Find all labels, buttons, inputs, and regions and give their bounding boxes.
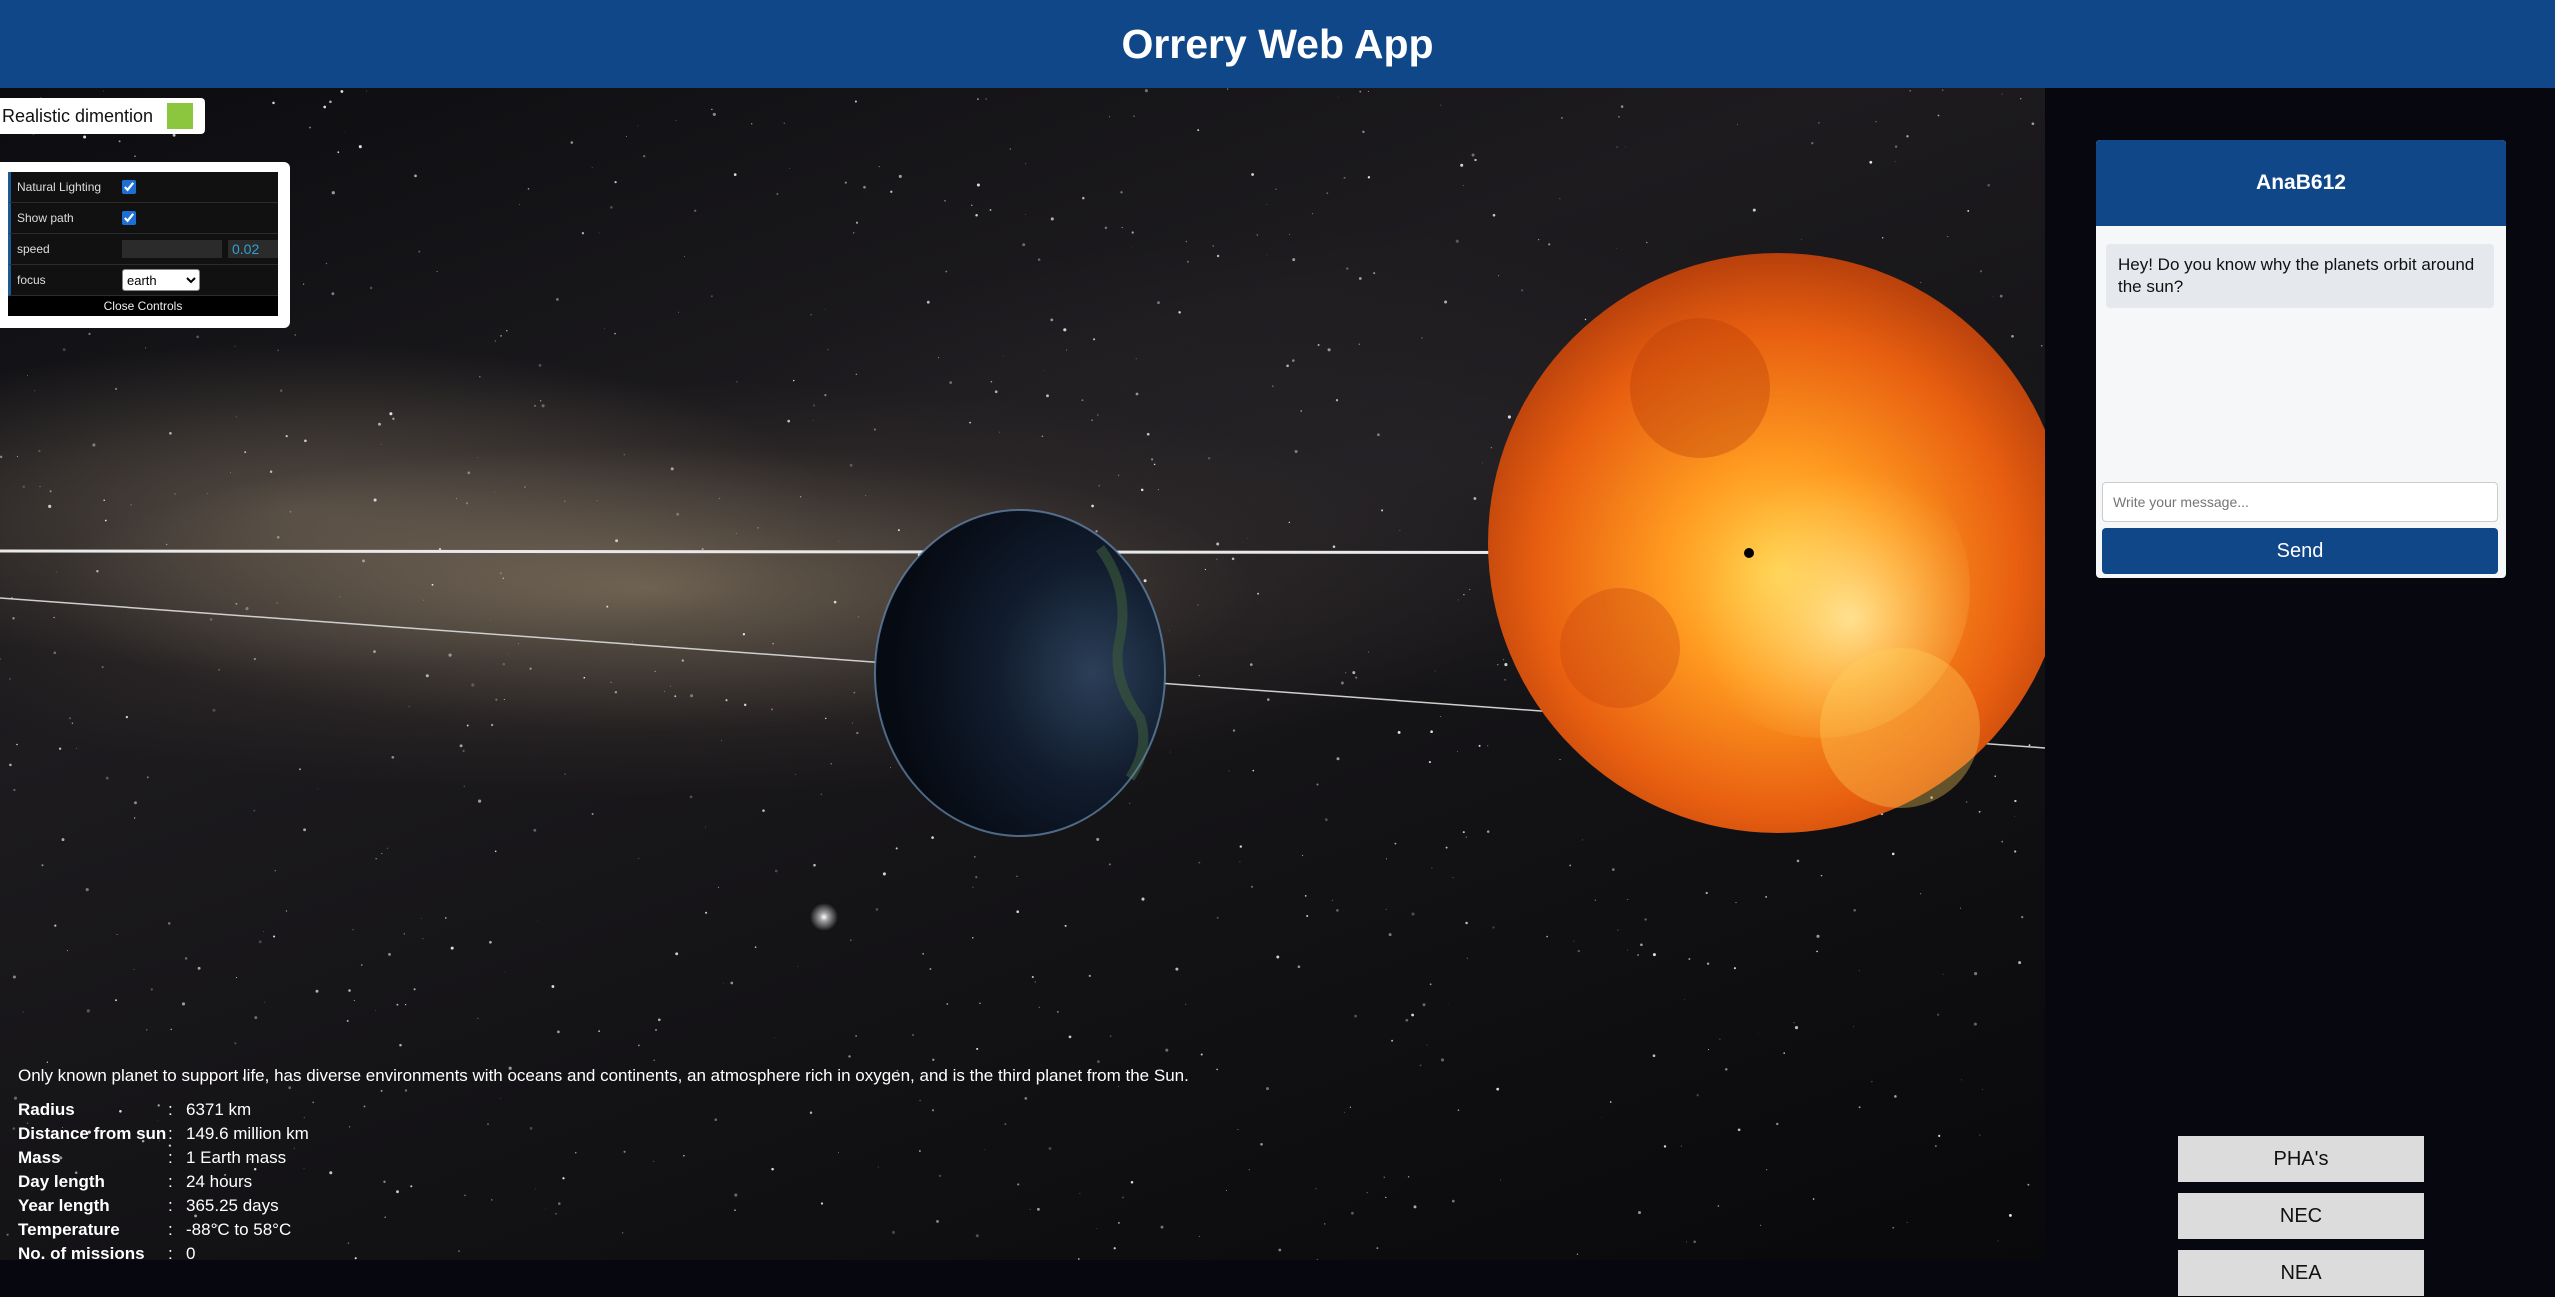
stat-row: Radius : 6371 km (18, 1098, 406, 1122)
stat-value: 0 (186, 1244, 196, 1263)
realistic-dimension-toggle[interactable]: Realistic dimention (0, 98, 206, 134)
app-title: Orrery Web App (1121, 20, 1434, 67)
show-path-checkbox[interactable] (122, 211, 136, 225)
nec-button[interactable]: NEC (2178, 1193, 2424, 1239)
planet-stats: Radius : 6371 km Distance from sun : 149… (18, 1098, 406, 1266)
sun[interactable] (1488, 253, 2045, 833)
speed-value[interactable]: 0.02 (228, 240, 278, 258)
natural-lighting-label: Natural Lighting (17, 180, 102, 194)
stat-row: Temperature : -88°C to 58°C (18, 1218, 406, 1242)
stat-row: No. of missions : 0 (18, 1242, 406, 1266)
speed-row[interactable]: speed 0.02 (8, 234, 278, 265)
show-path-row[interactable]: Show path (8, 203, 278, 234)
stat-row: Distance from sun : 149.6 million km (18, 1122, 406, 1146)
stat-row: Year length : 365.25 days (18, 1194, 406, 1218)
speed-label: speed (17, 242, 50, 256)
gui-controls: Natural Lighting Show path speed 0.02 fo… (8, 172, 278, 316)
natural-lighting-checkbox[interactable] (122, 180, 136, 194)
bright-star (810, 903, 838, 931)
nea-button[interactable]: NEA (2178, 1250, 2424, 1296)
app-header: Orrery Web App (0, 0, 2555, 88)
stat-value: 24 hours (186, 1172, 253, 1191)
show-path-label: Show path (17, 211, 74, 225)
stat-row: Mass : 1 Earth mass (18, 1146, 406, 1170)
stat-key: Day length (18, 1172, 105, 1191)
chat-panel: AnaB612 Hey! Do you know why the planets… (2096, 140, 2506, 578)
stat-value: 149.6 million km (186, 1124, 309, 1143)
natural-lighting-row[interactable]: Natural Lighting (8, 172, 278, 203)
stat-key: Distance from sun (18, 1124, 167, 1143)
send-button[interactable]: Send (2102, 528, 2498, 574)
planet-description: Only known planet to support life, has d… (18, 1066, 1189, 1085)
stat-row: Day length : 24 hours (18, 1170, 406, 1194)
stat-key: Mass (18, 1148, 61, 1167)
stat-value: -88°C to 58°C (186, 1220, 292, 1239)
stat-value: 365.25 days (186, 1196, 279, 1215)
stat-value: 6371 km (186, 1100, 252, 1119)
realistic-label: Realistic dimention (2, 105, 154, 126)
focus-select[interactable]: earth (122, 269, 200, 291)
stat-key: Radius (18, 1100, 75, 1119)
stat-key: No. of missions (18, 1244, 145, 1263)
earth[interactable] (874, 509, 1166, 837)
chat-message: Hey! Do you know why the planets orbit a… (2106, 244, 2494, 308)
close-controls-button[interactable]: Close Controls (8, 296, 278, 316)
controls-panel: Natural Lighting Show path speed 0.02 fo… (0, 162, 290, 328)
chat-title: AnaB612 (2096, 140, 2506, 226)
stat-value: 1 Earth mass (186, 1148, 287, 1167)
speed-slider[interactable] (122, 240, 222, 258)
toggle-swatch[interactable] (167, 103, 194, 129)
chat-message-input[interactable] (2102, 482, 2498, 522)
stat-key: Temperature (18, 1220, 120, 1239)
pha-button[interactable]: PHA's (2178, 1136, 2424, 1182)
stat-key: Year length (18, 1196, 110, 1215)
focus-row[interactable]: focus earth (8, 265, 278, 296)
focus-label: focus (17, 273, 46, 287)
